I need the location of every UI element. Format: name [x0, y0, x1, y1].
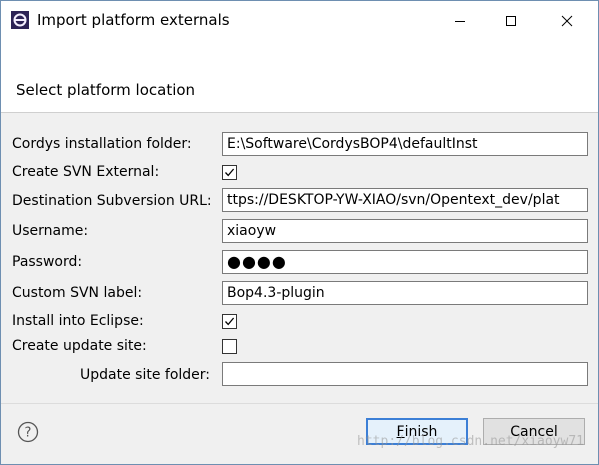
minimize-button[interactable] [437, 1, 483, 40]
svg-text:?: ? [25, 426, 32, 441]
close-button[interactable] [544, 1, 590, 40]
help-icon[interactable]: ? [17, 421, 39, 443]
page-title: Select platform location [16, 81, 196, 99]
watermark-text: http://blog.csdn.net/xiaoyw71 [357, 434, 584, 449]
username-field[interactable]: xiaoyw [222, 219, 588, 243]
create-svn-external-checkbox[interactable] [222, 165, 237, 180]
custom-svn-label-field[interactable]: Bop4.3-plugin [222, 281, 588, 305]
create-update-site-checkbox[interactable] [222, 339, 237, 354]
checkmark-icon [225, 168, 235, 177]
install-into-eclipse-label: Install into Eclipse: [12, 313, 144, 329]
create-svn-external-label: Create SVN External: [12, 164, 160, 180]
username-label: Username: [12, 223, 89, 239]
header-band: Select platform location [1, 40, 598, 112]
title-bar: Import platform externals [1, 1, 598, 40]
eclipse-icon [11, 11, 29, 29]
close-icon [561, 15, 573, 26]
installation-folder-field[interactable]: E:\Software\CordysBOP4\defaultInst [222, 132, 588, 156]
installation-folder-label: Cordys installation folder: [12, 136, 192, 152]
destination-url-field[interactable]: ttps://DESKTOP-YW-XIAO/svn/Opentext_dev/… [222, 188, 588, 212]
minimize-icon [455, 20, 465, 22]
password-label: Password: [12, 254, 83, 270]
password-field[interactable]: ●●●● [222, 250, 588, 274]
header-divider [1, 112, 598, 113]
checkmark-icon [225, 317, 235, 326]
install-into-eclipse-checkbox[interactable] [222, 314, 237, 329]
dialog-window: Import platform externals Select platfor… [0, 0, 599, 465]
footer-divider [1, 403, 598, 404]
create-update-site-label: Create update site: [12, 338, 147, 354]
custom-svn-label-label: Custom SVN label: [12, 285, 143, 301]
window-title: Import platform externals [37, 11, 230, 29]
update-site-folder-label: Update site folder: [80, 367, 210, 383]
maximize-button[interactable] [488, 1, 534, 40]
update-site-folder-field[interactable] [222, 362, 588, 386]
destination-url-label: Destination Subversion URL: [12, 193, 212, 209]
maximize-icon [506, 15, 516, 26]
